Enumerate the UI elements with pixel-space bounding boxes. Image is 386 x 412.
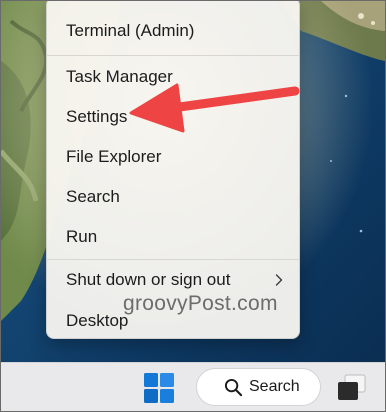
- winx-context-menu: Terminal (Admin) Task Manager Settings F…: [46, 1, 300, 339]
- menu-item-label: File Explorer: [66, 147, 162, 166]
- search-label: Search: [249, 378, 300, 395]
- menu-item-settings[interactable]: Settings: [53, 99, 293, 135]
- menu-item-label: Settings: [66, 107, 128, 126]
- menu-item-label: Shut down or sign out: [66, 270, 231, 289]
- menu-item-label: Run: [66, 227, 98, 246]
- windows-start-icon[interactable]: [141, 370, 177, 406]
- menu-divider: [47, 259, 299, 260]
- search-icon: [224, 378, 243, 397]
- menu-item-label: Search: [66, 187, 120, 206]
- chevron-right-icon: [275, 274, 283, 286]
- menu-item-task-manager[interactable]: Task Manager: [53, 59, 293, 95]
- taskbar-search-box[interactable]: Search: [196, 368, 321, 406]
- watermark: groovyPost.com: [123, 292, 278, 315]
- menu-item-label: Terminal (Admin): [66, 21, 195, 40]
- menu-item-search[interactable]: Search: [53, 179, 293, 215]
- menu-item-file-explorer[interactable]: File Explorer: [53, 139, 293, 175]
- screenshot-frame: Terminal (Admin) Task Manager Settings F…: [0, 0, 386, 412]
- menu-item-label: Desktop: [66, 311, 129, 330]
- task-view-icon[interactable]: [336, 372, 368, 404]
- menu-divider: [47, 55, 299, 56]
- menu-item-label: Task Manager: [66, 67, 173, 86]
- taskbar: Search: [1, 362, 385, 411]
- menu-item-run[interactable]: Run: [53, 219, 293, 255]
- menu-item-terminal-admin[interactable]: Terminal (Admin): [53, 13, 293, 49]
